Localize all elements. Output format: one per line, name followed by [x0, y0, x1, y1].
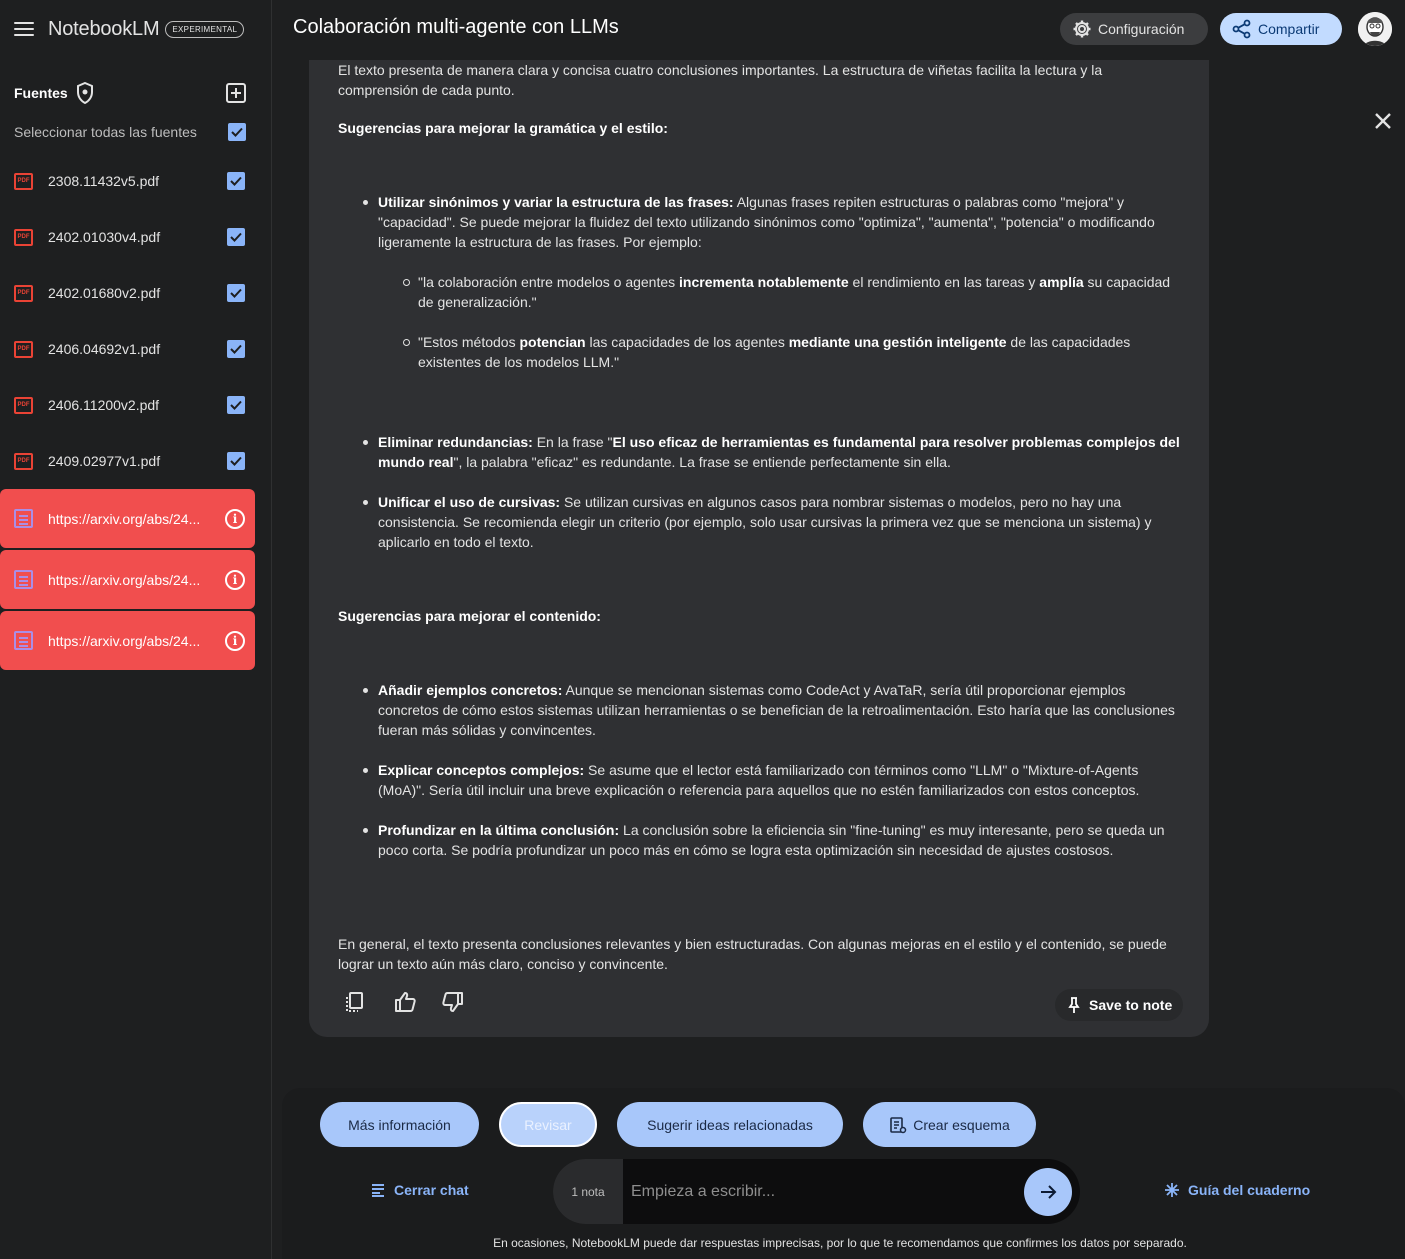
response-conclusion: En general, el texto presenta conclusion…: [338, 936, 1167, 972]
notebook-title: Colaboración multi-agente con LLMs: [293, 16, 619, 38]
source-link-name: https://arxiv.org/abs/24...: [48, 510, 201, 527]
response-intro: El texto presenta de manera clara y conc…: [338, 62, 1103, 98]
source-link-item[interactable]: https://arxiv.org/abs/24... i: [0, 489, 255, 548]
save-to-note-label: Save to note: [1089, 997, 1173, 1013]
thumbs-down-icon[interactable]: [441, 990, 465, 1014]
list-item: Profundizar en la última conclusión: La …: [363, 820, 1183, 860]
thumbs-up-icon[interactable]: [393, 990, 417, 1014]
share-icon: [1232, 19, 1251, 39]
document-icon: [14, 509, 33, 528]
menu-icon[interactable]: [14, 22, 34, 36]
pin-icon: [1068, 997, 1080, 1013]
close-icon[interactable]: [1372, 110, 1394, 132]
source-item[interactable]: PDF 2402.01030v4.pdf: [0, 209, 255, 265]
source-link-name: https://arxiv.org/abs/24...: [48, 632, 201, 649]
source-item[interactable]: PDF 2402.01680v2.pdf: [0, 265, 255, 321]
list-item: Explicar conceptos complejos: Se asume q…: [363, 760, 1183, 800]
info-icon[interactable]: i: [225, 630, 245, 651]
list-subitem: "la colaboración entre modelos o agentes…: [403, 272, 1178, 312]
source-item[interactable]: PDF 2406.04692v1.pdf: [0, 321, 255, 377]
list-item: Eliminar redundancias: En la frase "El u…: [363, 432, 1183, 472]
pdf-icon: PDF: [14, 452, 33, 470]
document-icon: [14, 631, 33, 650]
experimental-badge: EXPERIMENTAL: [165, 20, 245, 38]
outline-icon: [890, 1116, 907, 1133]
list-item: Utilizar sinónimos y variar la estructur…: [363, 192, 1183, 252]
settings-button[interactable]: Configuración: [1060, 13, 1208, 45]
avatar[interactable]: [1358, 12, 1392, 46]
pdf-icon: PDF: [14, 284, 33, 302]
chat-list-icon: [372, 1184, 384, 1197]
source-item[interactable]: PDF 2406.11200v2.pdf: [0, 377, 255, 433]
source-link-item[interactable]: https://arxiv.org/abs/24... i: [0, 550, 255, 609]
select-all-checkbox[interactable]: [228, 123, 246, 141]
source-name: 2409.02977v1.pdf: [48, 453, 161, 469]
close-chat-label: Cerrar chat: [394, 1182, 469, 1198]
settings-label: Configuración: [1098, 21, 1185, 37]
copy-icon[interactable]: [343, 990, 367, 1014]
source-checkbox[interactable]: [227, 396, 245, 414]
info-icon[interactable]: i: [225, 569, 245, 590]
create-outline-label: Crear esquema: [913, 1116, 1010, 1133]
more-info-chip[interactable]: Más información: [320, 1102, 479, 1147]
sources-header: Fuentes: [14, 82, 246, 104]
list-item: Unificar el uso de cursivas: Se utilizan…: [363, 492, 1183, 552]
source-name: 2406.11200v2.pdf: [48, 397, 160, 413]
shield-icon: [76, 82, 93, 104]
save-to-note-button[interactable]: Save to note: [1055, 989, 1183, 1021]
source-checkbox[interactable]: [227, 228, 245, 246]
note-count[interactable]: 1 nota: [553, 1159, 623, 1224]
pdf-icon: PDF: [14, 228, 33, 246]
select-all-row[interactable]: Seleccionar todas las fuentes: [14, 123, 246, 141]
source-link-name: https://arxiv.org/abs/24...: [48, 571, 201, 588]
sources-sidebar: NotebookLM EXPERIMENTAL Fuentes Seleccio…: [0, 0, 272, 1259]
pdf-icon: PDF: [14, 396, 33, 414]
content-suggestions-heading: Sugerencias para mejorar el contenido:: [338, 608, 601, 624]
source-link-item[interactable]: https://arxiv.org/abs/24... i: [0, 611, 255, 670]
list-subitem: "Estos métodos potencian las capacidades…: [403, 332, 1178, 372]
review-chip[interactable]: Revisar: [499, 1102, 597, 1147]
send-button[interactable]: [1024, 1167, 1072, 1216]
notebook-guide-label: Guía del cuaderno: [1188, 1182, 1311, 1198]
chat-input-bar: 1 nota: [553, 1159, 1080, 1224]
related-ideas-chip[interactable]: Sugerir ideas relacionadas: [617, 1102, 843, 1147]
create-outline-chip[interactable]: Crear esquema: [863, 1102, 1036, 1147]
pdf-icon: PDF: [14, 340, 33, 358]
close-chat-button[interactable]: Cerrar chat: [370, 1182, 469, 1198]
chat-input[interactable]: [623, 1182, 1024, 1201]
disclaimer: En ocasiones, NotebookLM puede dar respu…: [493, 1236, 1187, 1250]
response-card: El texto presenta de manera clara y conc…: [309, 60, 1209, 1037]
arrow-right-icon: [1041, 1184, 1057, 1199]
source-name: 2402.01030v4.pdf: [48, 229, 161, 245]
brand-name: NotebookLM: [48, 17, 160, 40]
source-name: 2308.11432v5.pdf: [48, 173, 160, 189]
source-name: 2402.01680v2.pdf: [48, 285, 161, 301]
brand: NotebookLM EXPERIMENTAL: [14, 16, 245, 42]
source-item[interactable]: PDF 2308.11432v5.pdf: [0, 153, 255, 209]
style-suggestions-heading: Sugerencias para mejorar la gramática y …: [338, 120, 668, 136]
add-source-button[interactable]: [226, 83, 246, 103]
source-list: PDF 2308.11432v5.pdf PDF 2402.01030v4.pd…: [0, 153, 255, 672]
source-checkbox[interactable]: [227, 452, 245, 470]
source-checkbox[interactable]: [227, 284, 245, 302]
info-icon[interactable]: i: [225, 508, 245, 529]
source-item[interactable]: PDF 2409.02977v1.pdf: [0, 433, 255, 489]
gear-icon: [1073, 20, 1091, 38]
pdf-icon: PDF: [14, 172, 33, 190]
share-label: Compartir: [1258, 21, 1320, 37]
document-icon: [14, 570, 33, 589]
select-all-label: Seleccionar todas las fuentes: [14, 124, 197, 140]
sources-title: Fuentes: [14, 85, 68, 101]
share-button[interactable]: Compartir: [1220, 13, 1342, 45]
source-checkbox[interactable]: [227, 340, 245, 358]
sparkle-icon: [1165, 1183, 1179, 1197]
notebook-guide-button[interactable]: Guía del cuaderno: [1164, 1182, 1310, 1198]
source-checkbox[interactable]: [227, 172, 245, 190]
source-name: 2406.04692v1.pdf: [48, 341, 161, 357]
list-item: Añadir ejemplos concretos: Aunque se men…: [363, 680, 1183, 740]
